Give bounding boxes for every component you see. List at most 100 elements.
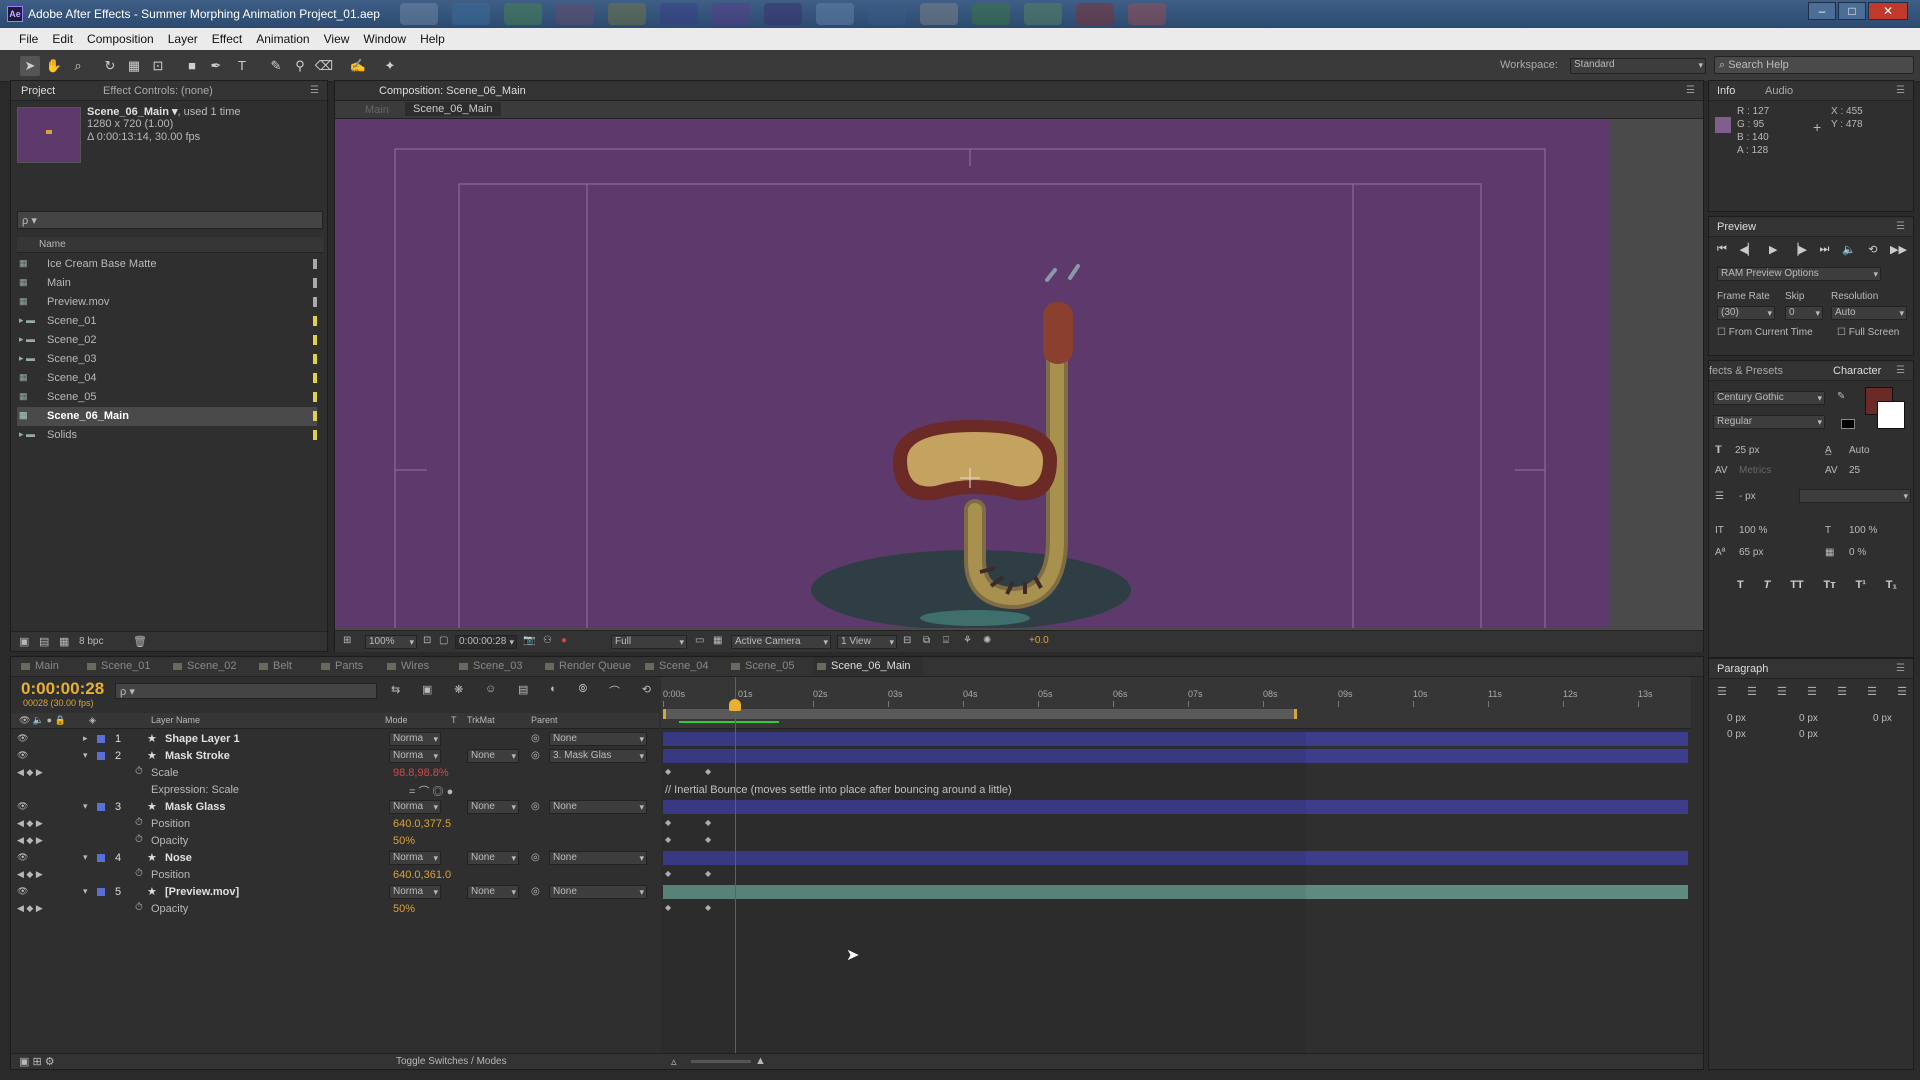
parent-header[interactable]: Parent (531, 715, 558, 725)
pen-tool-icon[interactable]: ✒ (206, 56, 226, 76)
label-color-chip[interactable] (97, 735, 105, 743)
visibility-eye-icon[interactable]: 👁 (17, 750, 28, 761)
composition-viewer[interactable] (335, 120, 1703, 628)
expression-row[interactable]: Expression: Scale = ⌒ ◎ ● // Inertial Boun… (11, 782, 1693, 799)
tab-character[interactable]: Character (1833, 365, 1881, 377)
motion-blur-icon[interactable]: ◐ (550, 683, 557, 699)
type-tool-icon[interactable]: T (232, 56, 252, 76)
current-time-display[interactable]: 0:00:00:28 (455, 635, 517, 649)
layer-duration-bar[interactable] (663, 800, 1688, 814)
trash-icon[interactable]: 🗑 (133, 635, 147, 648)
zoom-in-icon[interactable]: ▲ (755, 1055, 766, 1067)
expand-arrow-icon[interactable]: ▾ (83, 886, 88, 897)
tab-composition[interactable]: Composition: Scene_06_Main (379, 85, 526, 97)
stroke-color-swatch[interactable] (1877, 401, 1905, 429)
parent-select[interactable]: 3. Mask Glas (549, 749, 647, 763)
property-row[interactable]: ◀ ◆ ▶ ⏱ Position 640.0,361.0 ◆ ◆ (11, 867, 1693, 884)
draft-3d-icon[interactable]: ❋ (454, 683, 463, 699)
project-item[interactable]: ▦ Scene_05 (17, 388, 317, 407)
breadcrumb-main[interactable]: Main (365, 104, 389, 116)
toggle-pixel-icon[interactable]: ⊟ (903, 635, 911, 646)
zoom-tool-icon[interactable]: ⌕ (68, 56, 88, 76)
justify-center-icon[interactable]: ☰ (1837, 685, 1847, 698)
label-color-chip[interactable] (313, 430, 317, 440)
property-value[interactable]: 640.0,377.5 (393, 818, 451, 830)
label-color-chip[interactable] (97, 854, 105, 862)
label-color-chip[interactable] (97, 752, 105, 760)
layer-duration-bar[interactable] (663, 851, 1688, 865)
project-item[interactable]: ▦ Scene_06_Main (17, 407, 317, 426)
visibility-eye-icon[interactable]: 👁 (17, 852, 28, 863)
property-value[interactable]: 50% (393, 835, 415, 847)
layer-duration-bar[interactable] (663, 885, 1688, 899)
align-left-icon[interactable]: ☰ (1717, 685, 1727, 698)
work-area-bar[interactable] (663, 709, 1297, 719)
parent-select[interactable]: None (549, 800, 647, 814)
tsume-value[interactable]: 0 % (1849, 547, 1866, 558)
previous-frame-icon[interactable]: ◀▏ (1739, 243, 1756, 256)
kerning-value[interactable]: Metrics (1739, 465, 1771, 476)
blend-mode-select[interactable]: Norma (389, 851, 441, 865)
expression-controls-icon[interactable]: = ⌒ ◎ ● (409, 783, 453, 799)
eyedropper-icon[interactable]: ✎ (1837, 391, 1845, 402)
font-family-select[interactable]: Century Gothic (1713, 391, 1825, 405)
font-size-value[interactable]: 25 px (1735, 445, 1759, 456)
tab-project[interactable]: Project (21, 85, 55, 97)
keyframe-icon[interactable]: ◆ (665, 835, 671, 844)
rotate-tool-icon[interactable]: ↻ (100, 56, 120, 76)
frame-rate-select[interactable]: (30) (1717, 306, 1775, 320)
indent-left-value[interactable]: 0 px (1727, 713, 1746, 724)
project-search-input[interactable]: ρ ▾ (17, 211, 323, 229)
skip-select[interactable]: 0 (1785, 306, 1823, 320)
tab-effect-controls[interactable]: Effect Controls: (none) (103, 85, 213, 97)
full-screen-checkbox[interactable]: ☐ Full Screen (1837, 327, 1899, 338)
mode-header[interactable]: Mode (385, 715, 408, 725)
timeline-tab[interactable]: Scene_04 (641, 657, 727, 676)
blend-mode-select[interactable]: Norma (389, 800, 441, 814)
menu-effect[interactable]: Effect (205, 28, 249, 50)
keyframe-icon[interactable]: ◆ (705, 869, 711, 878)
ram-preview-icon[interactable]: ▶▶ (1890, 243, 1907, 256)
t-header[interactable]: T (451, 715, 457, 725)
first-frame-icon[interactable]: ⏮ (1717, 243, 1727, 256)
indent-first-value[interactable]: 0 px (1727, 729, 1746, 740)
timeline-tab[interactable]: Scene_06_Main (813, 657, 923, 676)
transparency-grid-icon[interactable]: ▦ (713, 635, 722, 646)
layer-duration-bar[interactable] (663, 749, 1688, 763)
visibility-eye-icon[interactable]: 👁 (17, 733, 28, 744)
timeline-tab[interactable]: Belt (255, 657, 317, 676)
magnification-select[interactable]: 100% (365, 635, 417, 649)
layer-row[interactable]: 👁 ▾ 4 ★ Nose Norma None ◎ None (11, 850, 1693, 867)
bpc-toggle[interactable]: 8 bpc (79, 636, 103, 647)
superscript-button[interactable]: T¹ (1855, 579, 1865, 591)
keyframe-icon[interactable]: ◆ (665, 818, 671, 827)
project-item[interactable]: ▸ ▬ Solids (17, 426, 317, 445)
small-caps-button[interactable]: Tт (1824, 579, 1836, 591)
safe-zones-icon[interactable]: ⊡ (423, 635, 431, 646)
tab-paragraph[interactable]: Paragraph (1717, 663, 1768, 675)
time-ruler[interactable]: 0:00s 01s 02s 03s 04s 05s 06s 07s 08s 09s 10s 11s 12… (661, 677, 1691, 729)
label-color-chip[interactable] (97, 803, 105, 811)
property-value[interactable]: 50% (393, 903, 415, 915)
timeline-tab[interactable]: Render Queue (541, 657, 641, 676)
snapshot-icon[interactable]: 📷 (523, 635, 535, 646)
label-color-chip[interactable] (313, 354, 317, 364)
indent-right-value[interactable]: 0 px (1873, 713, 1892, 724)
layer-row[interactable]: 👁 ▸ 1 ★ Shape Layer 1 Norma ◎ None (11, 731, 1693, 748)
project-item[interactable]: ▸ ▬ Scene_01 (17, 312, 317, 331)
mute-audio-icon[interactable]: 🔈 (1842, 243, 1856, 256)
parent-pickwhip-icon[interactable]: ◎ (531, 750, 540, 761)
menu-window[interactable]: Window (356, 28, 413, 50)
project-item[interactable]: ▦ Main (17, 274, 317, 293)
toggle-switches-modes-button[interactable]: Toggle Switches / Modes (396, 1056, 507, 1067)
panel-menu-icon[interactable]: ☰ (1896, 365, 1905, 376)
timeline-search-input[interactable]: ρ ▾ (115, 683, 377, 699)
trkmat-header[interactable]: TrkMat (467, 715, 495, 725)
stroke-width-value[interactable]: - px (1739, 491, 1756, 502)
leading-value[interactable]: Auto (1849, 445, 1870, 456)
keyframe-icon[interactable]: ◆ (665, 767, 671, 776)
label-color-chip[interactable] (313, 335, 317, 345)
graph-editor-icon[interactable]: ⌒ (609, 683, 620, 699)
panel-menu-icon[interactable]: ☰ (1896, 221, 1905, 232)
project-item[interactable]: ▦ Preview.mov (17, 293, 317, 312)
